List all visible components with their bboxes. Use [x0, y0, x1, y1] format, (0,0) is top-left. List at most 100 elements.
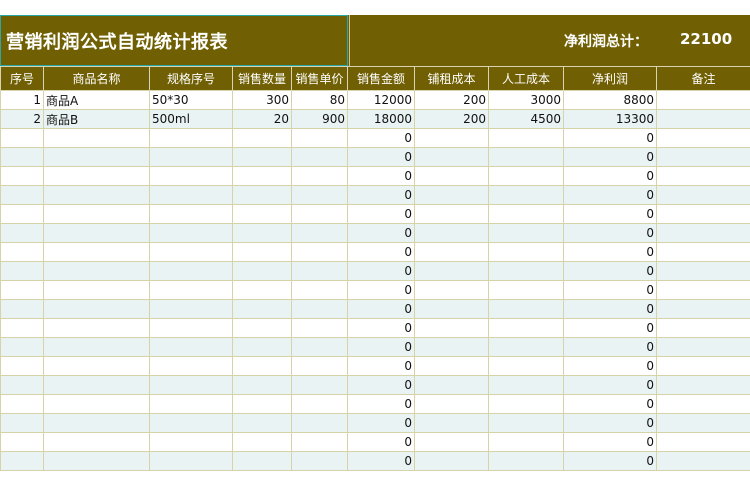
- cell-spec[interactable]: [149, 166, 233, 186]
- cell-sales-qty[interactable]: [232, 223, 292, 243]
- cell-net-profit[interactable]: 0: [563, 432, 657, 452]
- cell-sales-amount[interactable]: 0: [347, 185, 415, 205]
- cell-unit-price[interactable]: [291, 147, 348, 167]
- cell-labor-cost[interactable]: [488, 185, 564, 205]
- cell-index[interactable]: [0, 280, 44, 300]
- cell-rent-cost[interactable]: 200: [414, 109, 489, 129]
- cell-unit-price[interactable]: [291, 204, 348, 224]
- cell-sales-amount[interactable]: 0: [347, 166, 415, 186]
- cell-net-profit[interactable]: 8800: [563, 90, 657, 110]
- cell-rent-cost[interactable]: [414, 299, 489, 319]
- cell-net-profit[interactable]: 0: [563, 147, 657, 167]
- cell-product-name[interactable]: [43, 413, 150, 433]
- cell-remark[interactable]: [656, 204, 750, 224]
- cell-remark[interactable]: [656, 166, 750, 186]
- cell-remark[interactable]: [656, 356, 750, 376]
- cell-rent-cost[interactable]: [414, 394, 489, 414]
- cell-product-name[interactable]: [43, 375, 150, 395]
- cell-spec[interactable]: [149, 432, 233, 452]
- cell-remark[interactable]: [656, 451, 750, 471]
- header-col-index[interactable]: 序号: [0, 66, 44, 91]
- cell-product-name[interactable]: [43, 242, 150, 262]
- cell-net-profit[interactable]: 0: [563, 204, 657, 224]
- cell-labor-cost[interactable]: [488, 223, 564, 243]
- cell-remark[interactable]: [656, 223, 750, 243]
- cell-sales-amount[interactable]: 0: [347, 375, 415, 395]
- cell-product-name[interactable]: [43, 356, 150, 376]
- cell-sales-amount[interactable]: 0: [347, 261, 415, 281]
- cell-spec[interactable]: [149, 413, 233, 433]
- cell-sales-qty[interactable]: [232, 356, 292, 376]
- cell-unit-price[interactable]: [291, 375, 348, 395]
- cell-product-name[interactable]: [43, 261, 150, 281]
- cell-rent-cost[interactable]: [414, 375, 489, 395]
- cell-index[interactable]: [0, 394, 44, 414]
- header-col-unit-price[interactable]: 销售单价: [291, 66, 348, 91]
- cell-product-name[interactable]: [43, 337, 150, 357]
- cell-net-profit[interactable]: 0: [563, 280, 657, 300]
- cell-sales-amount[interactable]: 0: [347, 147, 415, 167]
- cell-remark[interactable]: [656, 147, 750, 167]
- cell-net-profit[interactable]: 0: [563, 413, 657, 433]
- cell-unit-price[interactable]: [291, 356, 348, 376]
- cell-index[interactable]: [0, 128, 44, 148]
- cell-product-name[interactable]: [43, 166, 150, 186]
- cell-sales-qty[interactable]: [232, 318, 292, 338]
- cell-remark[interactable]: [656, 109, 750, 129]
- cell-index[interactable]: [0, 166, 44, 186]
- cell-labor-cost[interactable]: [488, 432, 564, 452]
- cell-index[interactable]: 2: [0, 109, 44, 129]
- cell-spec[interactable]: [149, 337, 233, 357]
- cell-labor-cost[interactable]: 3000: [488, 90, 564, 110]
- cell-product-name[interactable]: [43, 280, 150, 300]
- cell-labor-cost[interactable]: [488, 451, 564, 471]
- cell-index[interactable]: [0, 242, 44, 262]
- cell-unit-price[interactable]: [291, 413, 348, 433]
- cell-index[interactable]: [0, 299, 44, 319]
- cell-rent-cost[interactable]: [414, 261, 489, 281]
- cell-sales-qty[interactable]: [232, 147, 292, 167]
- cell-unit-price[interactable]: [291, 166, 348, 186]
- cell-product-name[interactable]: [43, 432, 150, 452]
- cell-product-name[interactable]: [43, 451, 150, 471]
- cell-sales-qty[interactable]: [232, 280, 292, 300]
- cell-remark[interactable]: [656, 261, 750, 281]
- cell-spec[interactable]: [149, 128, 233, 148]
- cell-product-name[interactable]: [43, 204, 150, 224]
- cell-remark[interactable]: [656, 242, 750, 262]
- cell-product-name[interactable]: 商品A: [43, 90, 150, 110]
- cell-rent-cost[interactable]: [414, 204, 489, 224]
- cell-remark[interactable]: [656, 90, 750, 110]
- cell-product-name[interactable]: [43, 299, 150, 319]
- cell-spec[interactable]: 50*30: [149, 90, 233, 110]
- cell-sales-qty[interactable]: 20: [232, 109, 292, 129]
- cell-sales-amount[interactable]: 18000: [347, 109, 415, 129]
- cell-sales-amount[interactable]: 0: [347, 128, 415, 148]
- cell-index[interactable]: [0, 451, 44, 471]
- cell-unit-price[interactable]: [291, 299, 348, 319]
- header-col-net-profit[interactable]: 净利润: [563, 66, 657, 91]
- cell-rent-cost[interactable]: [414, 413, 489, 433]
- cell-sales-qty[interactable]: [232, 394, 292, 414]
- cell-sales-qty[interactable]: [232, 299, 292, 319]
- cell-net-profit[interactable]: 0: [563, 166, 657, 186]
- cell-rent-cost[interactable]: [414, 280, 489, 300]
- cell-remark[interactable]: [656, 128, 750, 148]
- cell-product-name[interactable]: 商品B: [43, 109, 150, 129]
- cell-spec[interactable]: [149, 223, 233, 243]
- cell-unit-price[interactable]: 900: [291, 109, 348, 129]
- cell-index[interactable]: 1: [0, 90, 44, 110]
- cell-sales-qty[interactable]: [232, 451, 292, 471]
- cell-remark[interactable]: [656, 375, 750, 395]
- cell-spec[interactable]: [149, 147, 233, 167]
- cell-sales-amount[interactable]: 0: [347, 280, 415, 300]
- cell-labor-cost[interactable]: [488, 356, 564, 376]
- cell-spec[interactable]: [149, 185, 233, 205]
- cell-rent-cost[interactable]: [414, 147, 489, 167]
- cell-sales-qty[interactable]: [232, 337, 292, 357]
- header-col-remark[interactable]: 备注: [656, 66, 750, 91]
- cell-rent-cost[interactable]: 200: [414, 90, 489, 110]
- cell-sales-qty[interactable]: [232, 204, 292, 224]
- title-cell[interactable]: 营销利润公式自动统计报表: [0, 15, 348, 66]
- cell-spec[interactable]: [149, 299, 233, 319]
